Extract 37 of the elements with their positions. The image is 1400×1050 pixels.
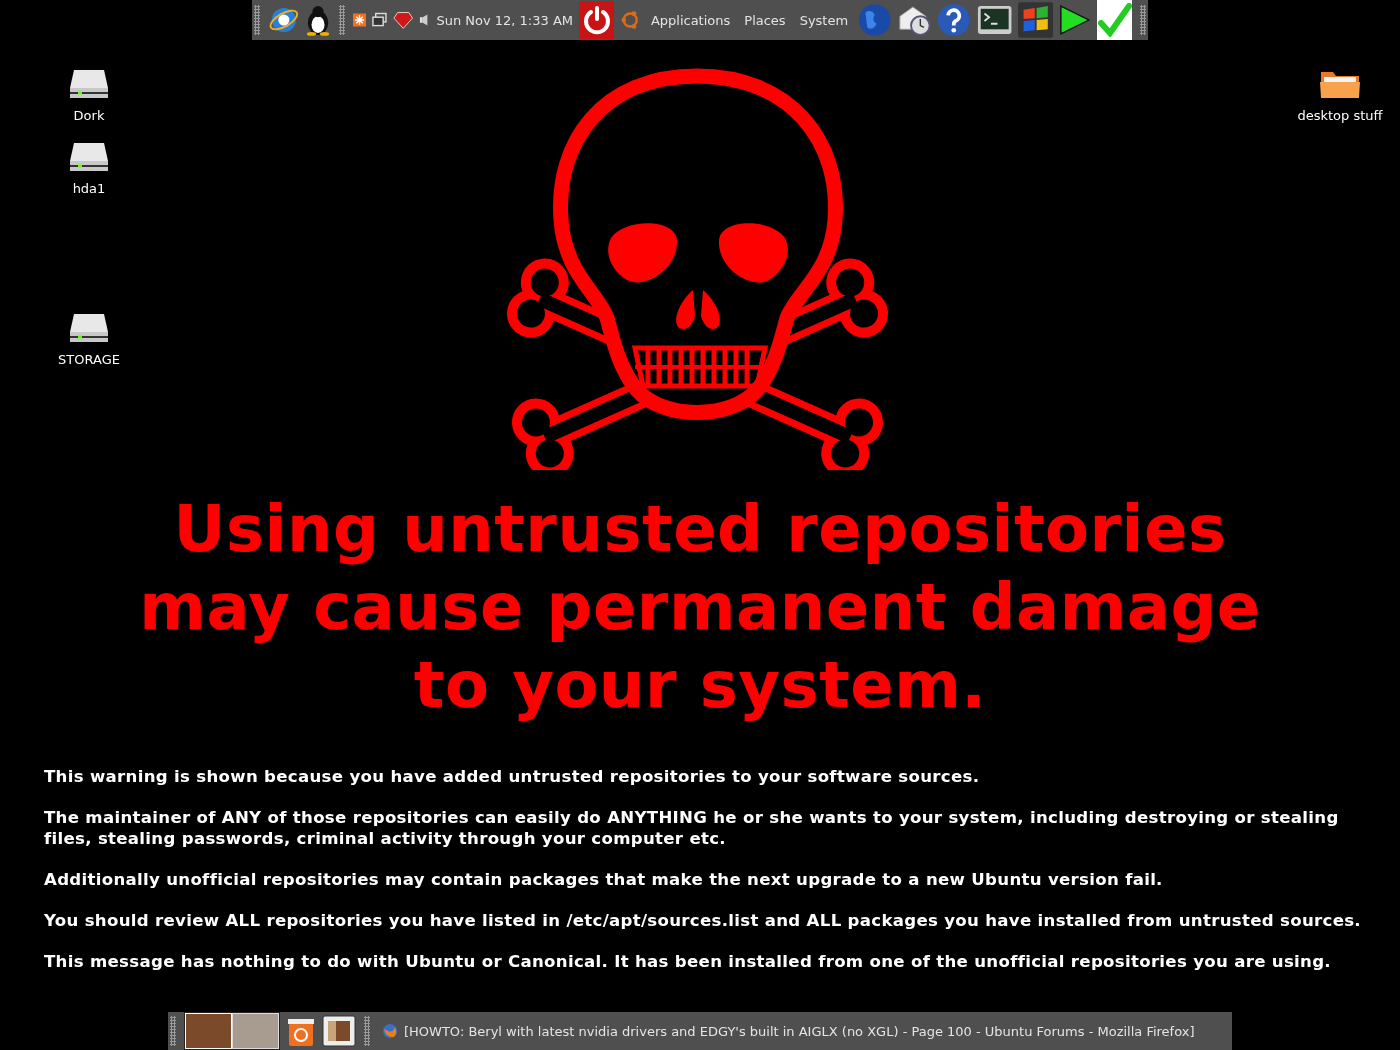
warning-paragraph: The maintainer of ANY of those repositories can easily do ANYTHING he or she wants to your system, including destroying or stealing files, stealing passwords, criminal activity through your computer etc.	[44, 807, 1340, 849]
menu-item[interactable]: System	[795, 12, 853, 28]
hard-drive-icon	[68, 312, 110, 344]
penguin-icon[interactable]	[305, 3, 332, 37]
desktop-icon-label[interactable]: STORAGE	[58, 352, 120, 367]
windows-icon[interactable]	[371, 12, 387, 28]
gem-icon[interactable]	[392, 10, 414, 30]
warning-headline: Using untrusted repositories may cause permanent damage to your system.	[139, 491, 1261, 724]
help-icon[interactable]	[937, 2, 971, 38]
panel-handle[interactable]	[170, 1016, 176, 1046]
warning-paragraph: This warning is shown because you have added untrusted repositories to your software sources.	[44, 766, 981, 787]
play-icon[interactable]	[1059, 3, 1091, 37]
desktop-icon-label[interactable]: hda1	[72, 181, 106, 196]
terminal-icon[interactable]	[976, 3, 1012, 37]
firefox-icon	[382, 1023, 398, 1039]
taskbar-window-button[interactable]: [HOWTO: Beryl with latest nvidia drivers and EDGY's built in AIGLX (no XGL) - Page 100 - Ubuntu Forums - Mozilla Firefox]	[378, 1023, 1199, 1039]
hard-drive-icon	[68, 68, 110, 100]
panel-handle[interactable]	[254, 5, 260, 35]
workspace-thumbnail[interactable]	[232, 1013, 279, 1049]
windows-flag-icon[interactable]	[1018, 1, 1054, 39]
desktop-icon-label[interactable]: Dork	[73, 108, 105, 123]
desktop-icon-label[interactable]: desktop stuff	[1297, 108, 1383, 123]
panel-handle[interactable]	[364, 1016, 370, 1046]
warning-paragraph: Additionally unofficial repositories may contain packages that make the next upgrade to a new Ubuntu version fail.	[44, 869, 1164, 890]
menu-item[interactable]: Applications	[646, 12, 735, 28]
checkmark-icon[interactable]	[1097, 0, 1133, 40]
sparkle-icon[interactable]	[352, 13, 366, 27]
show-desktop-icon[interactable]	[322, 1015, 356, 1047]
panel-handle[interactable]	[1140, 5, 1146, 35]
clock[interactable]: Sun Nov 12, 1:33 AM	[436, 12, 574, 28]
warning-paragraph: You should review ALL repositories you have listed in /etc/apt/sources.list and ALL packages you have installed from untrusted sources.	[44, 910, 1362, 931]
power-button[interactable]	[579, 1, 615, 39]
warning-paragraph: This message has nothing to do with Ubuntu or Canonical. It has been installed from one of the unofficial repositories you are using.	[44, 951, 1332, 972]
power-icon	[581, 5, 612, 35]
hard-drive-icon	[68, 141, 110, 173]
panel-handle[interactable]	[339, 5, 345, 35]
menu-item[interactable]: Places	[740, 12, 790, 28]
